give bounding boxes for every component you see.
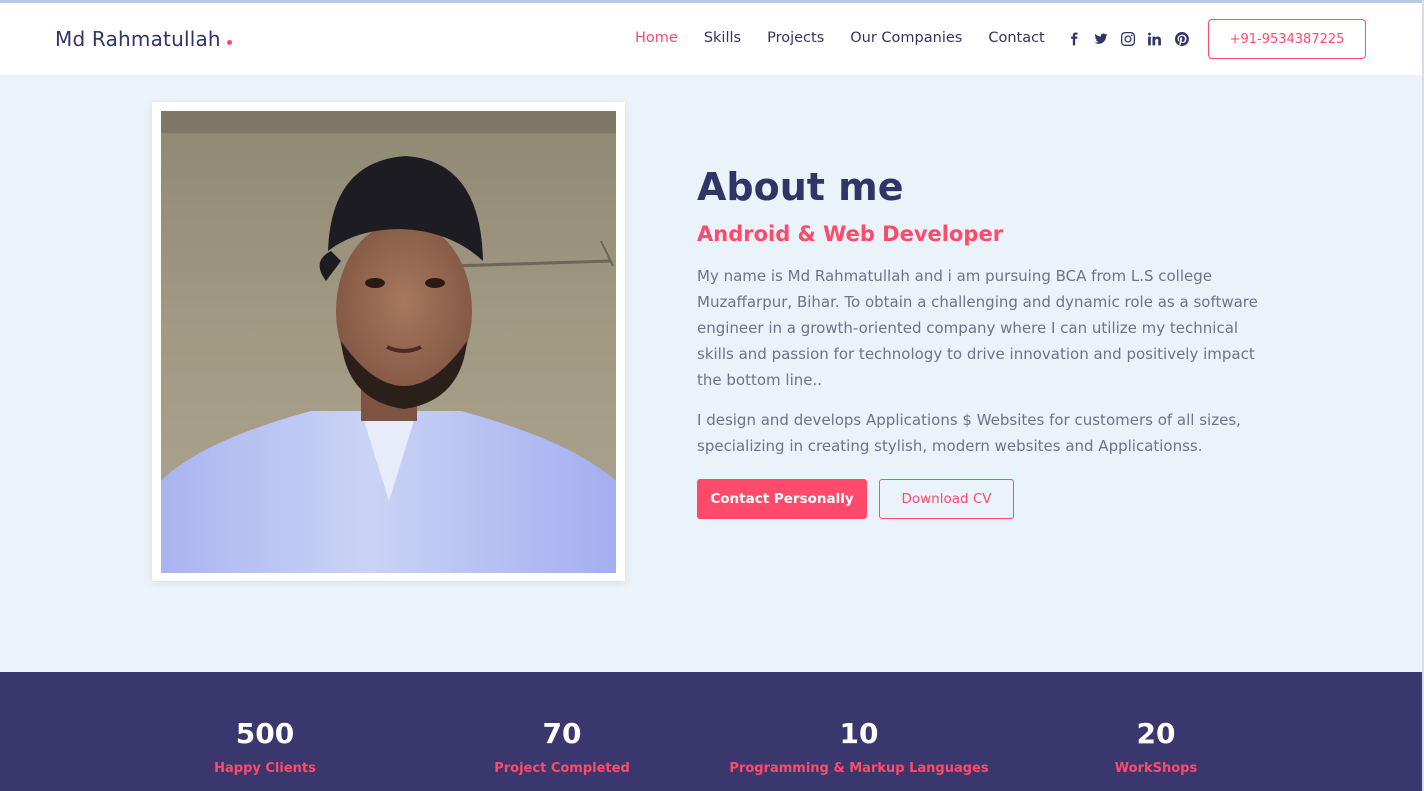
stat-label: Programming & Markup Languages [729, 761, 989, 776]
nav-home[interactable]: Home [635, 30, 678, 46]
pinterest-icon[interactable] [1168, 30, 1195, 48]
stat-value: 70 [542, 717, 582, 750]
stat-label: Happy Clients [214, 761, 316, 776]
instagram-icon[interactable] [1114, 30, 1141, 48]
stat-value: 20 [1136, 717, 1176, 750]
brand-dot [226, 40, 232, 45]
facebook-icon[interactable] [1060, 30, 1087, 48]
nav-contact[interactable]: Contact [988, 30, 1044, 46]
stats-section: 500 Happy Clients 70 Project Completed 1… [0, 672, 1422, 791]
phone-button[interactable]: +91-9534387225 [1208, 19, 1366, 59]
download-cv-button[interactable]: Download CV [879, 479, 1014, 519]
linkedin-icon[interactable] [1141, 30, 1168, 48]
brand-name[interactable]: Md Rahmatullah [55, 27, 221, 51]
about-subtitle: Android & Web Developer [697, 222, 1004, 246]
nav-our-companies[interactable]: Our Companies [850, 30, 962, 46]
stat-languages: 10 Programming & Markup Languages [709, 717, 1009, 776]
stat-workshops: 20 WorkShops [1006, 717, 1306, 776]
about-paragraph: My name is Md Rahmatullah and i am pursu… [697, 267, 1258, 389]
about-paragraph-secondary: I design and develops Applications $ Web… [697, 411, 1241, 455]
stat-projects-completed: 70 Project Completed [412, 717, 712, 776]
stat-label: WorkShops [1114, 761, 1198, 776]
twitter-icon[interactable] [1087, 30, 1114, 48]
contact-personally-button[interactable]: Contact Personally [697, 479, 867, 519]
social-links [1060, 30, 1195, 48]
stat-happy-clients: 500 Happy Clients [115, 717, 415, 776]
site-header: Md Rahmatullah Home Skills Projects Our … [0, 3, 1422, 75]
nav-skills[interactable]: Skills [704, 30, 741, 46]
stat-value: 10 [839, 717, 879, 750]
brand-logo[interactable]: Md Rahmatullah [55, 27, 232, 51]
stat-label: Project Completed [494, 761, 630, 776]
main-nav: Home Skills Projects Our Companies Conta… [635, 30, 1071, 46]
profile-photo [161, 111, 616, 573]
profile-photo-frame [152, 102, 625, 581]
nav-projects[interactable]: Projects [767, 30, 824, 46]
about-title: About me [697, 165, 904, 209]
stat-value: 500 [235, 717, 295, 750]
